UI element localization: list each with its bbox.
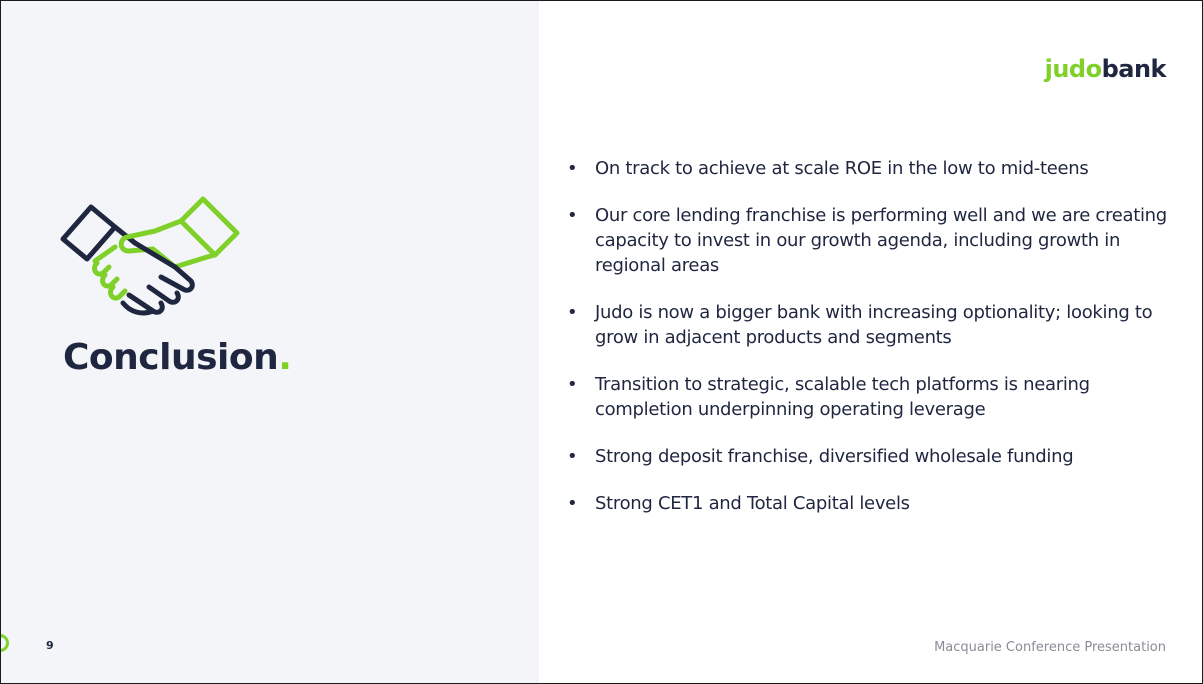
bullet-text: On track to achieve at scale ROE in the … [595,158,1089,179]
handshake-icon [60,196,240,316]
bullet-item: • Strong deposit franchise, diversified w… [567,444,1177,469]
bullet-item: • Judo is now a bigger bank with increasi… [567,300,1177,350]
bullet-text: Strong deposit franchise, diversified wh… [595,446,1074,467]
bullet-list: • On track to achieve at scale ROE in the… [567,156,1177,538]
bullet-item: • Transition to strategic, scalable tech … [567,372,1177,422]
left-panel: Conclusion. 9 [1,1,539,683]
bullet-text: Judo is now a bigger bank with increasin… [595,302,1153,348]
bullet-item: • Strong CET1 and Total Capital levels [567,491,1177,516]
bullet-icon: • [567,374,578,395]
page-number: 9 [46,639,54,652]
logo-part-judo: judo [1044,55,1102,83]
title-dot: . [278,337,292,378]
bullet-icon: • [567,205,578,226]
page-ring-icon [1,634,9,652]
bullet-icon: • [567,493,578,514]
title-text: Conclusion [63,337,279,378]
logo-part-bank: bank [1101,55,1167,83]
page-title: Conclusion. [63,337,292,378]
bullet-icon: • [567,158,578,179]
bullet-icon: • [567,302,578,323]
slide: Conclusion. 9 judobank • On track to achi… [0,0,1203,684]
footer-text: Macquarie Conference Presentation [934,640,1166,655]
bullet-text: Our core lending franchise is performing… [595,205,1167,276]
judobank-logo: judobank [1044,55,1167,83]
bullet-icon: • [567,446,578,467]
bullet-text: Strong CET1 and Total Capital levels [595,493,910,514]
bullet-item: • On track to achieve at scale ROE in the… [567,156,1177,181]
bullet-item: • Our core lending franchise is performin… [567,203,1177,278]
bullet-text: Transition to strategic, scalable tech p… [595,374,1090,420]
